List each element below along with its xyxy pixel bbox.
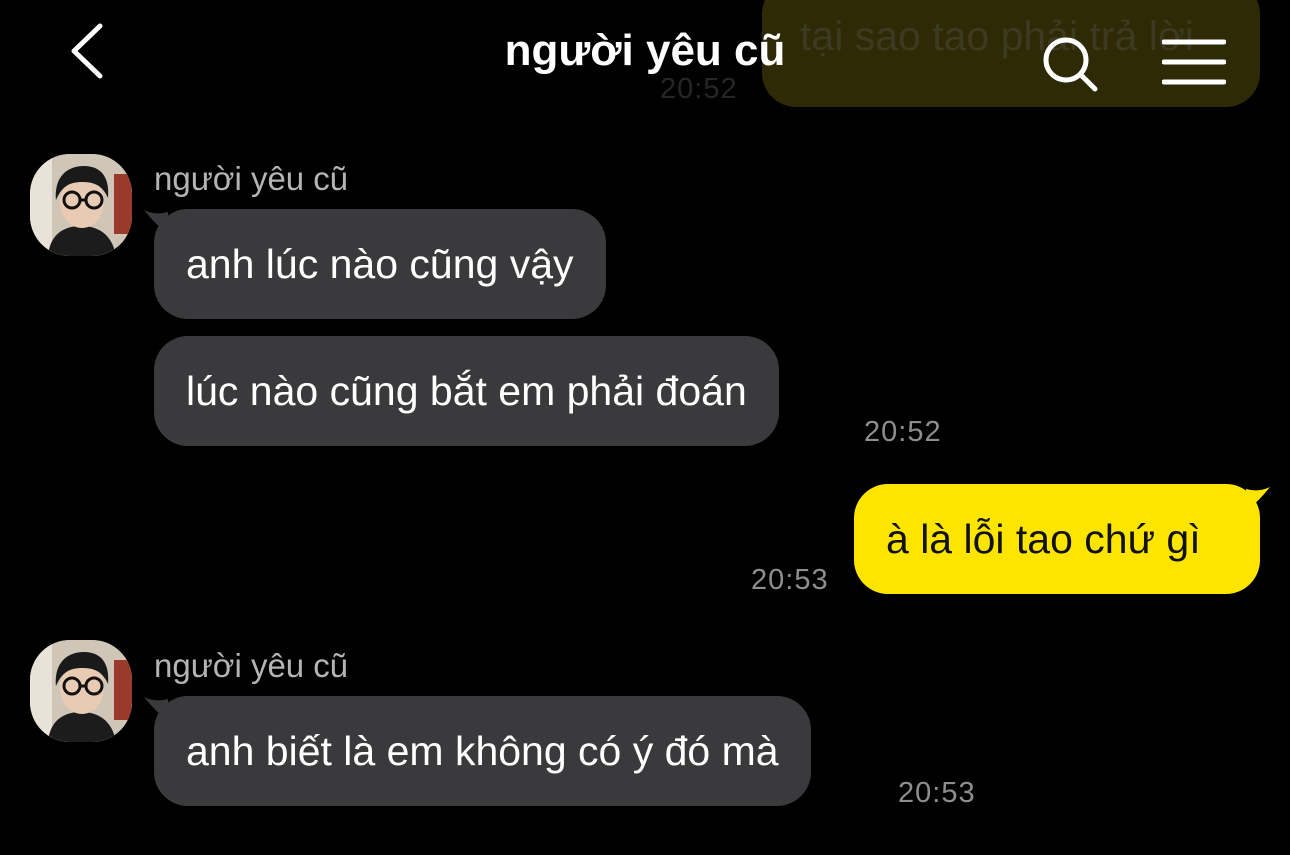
sender-name: người yêu cũ <box>154 160 349 197</box>
incoming-message-bubble[interactable]: anh lúc nào cũng vậy <box>154 209 606 319</box>
message-time: 20:52 <box>864 416 942 448</box>
message-time: 20:53 <box>898 777 976 809</box>
search-icon <box>1043 37 1098 92</box>
hamburger-menu-icon <box>1161 39 1227 85</box>
avatar-photo-icon <box>30 154 132 256</box>
menu-button[interactable] <box>1161 38 1227 86</box>
sender-name: người yêu cũ <box>154 647 349 684</box>
message-time: 20:53 <box>751 564 829 596</box>
message-text: lúc nào cũng bắt em phải đoán <box>186 368 747 414</box>
search-button[interactable] <box>1040 34 1100 94</box>
incoming-message-bubble[interactable]: lúc nào cũng bắt em phải đoán <box>154 336 779 446</box>
message-text: à là lỗi tao chứ gì <box>886 516 1201 562</box>
avatar[interactable] <box>30 154 132 256</box>
avatar[interactable] <box>30 640 132 742</box>
avatar-photo-icon <box>30 640 132 742</box>
outgoing-message-bubble[interactable]: à là lỗi tao chứ gì <box>854 484 1260 594</box>
message-text: anh biết là em không có ý đó mà <box>186 728 779 774</box>
message-text: anh lúc nào cũng vậy <box>186 241 574 287</box>
incoming-message-bubble[interactable]: anh biết là em không có ý đó mà <box>154 696 811 806</box>
chat-header: người yêu cũ <box>0 0 1290 120</box>
bubble-tail <box>1246 487 1270 511</box>
